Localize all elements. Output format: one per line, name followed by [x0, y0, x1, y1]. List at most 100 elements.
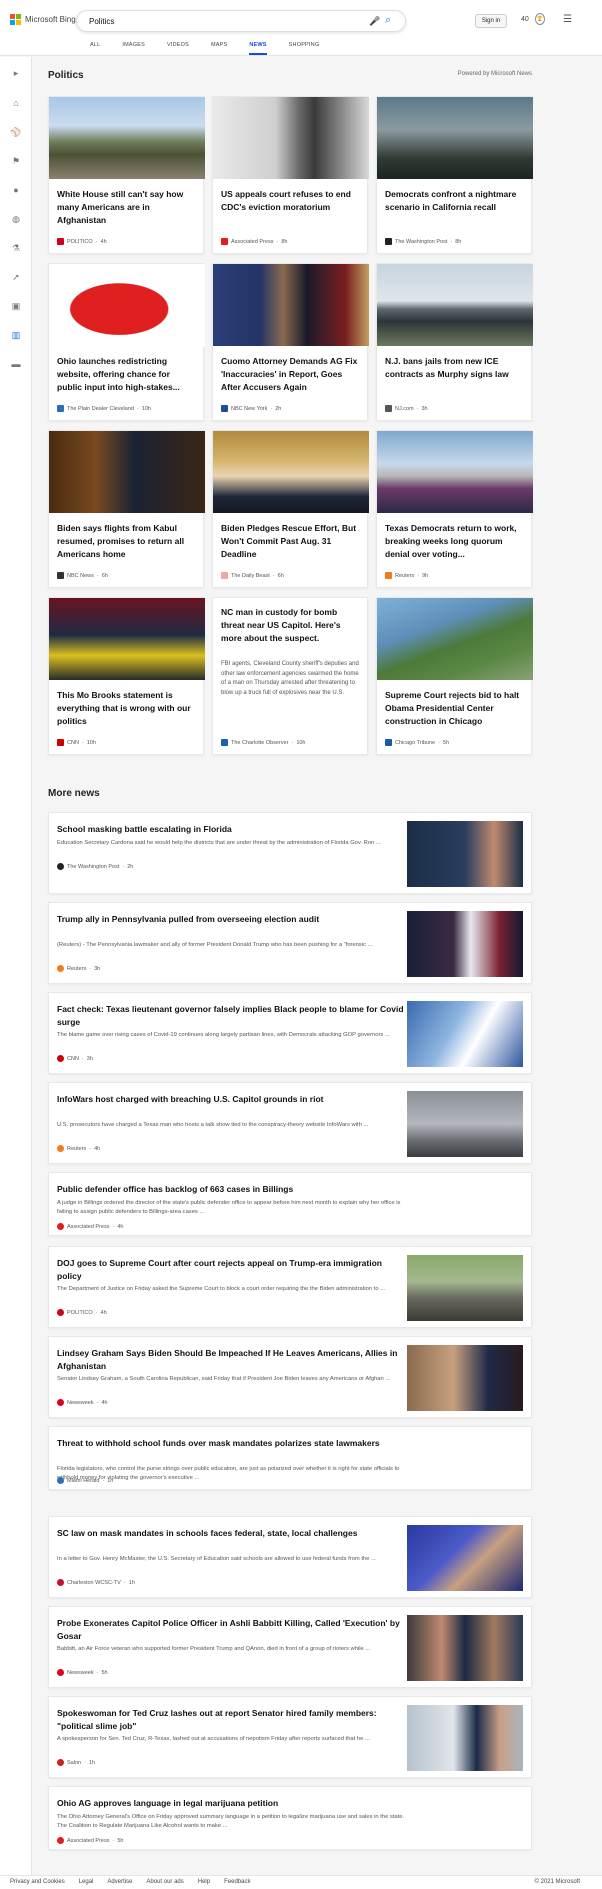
card-title[interactable]: Cuomo Attorney Demands AG Fix 'Inaccurac…: [221, 355, 361, 394]
news-card[interactable]: Supreme Court rejects bid to halt Obama …: [376, 597, 533, 755]
news-card[interactable]: Democrats confront a nightmare scenario …: [376, 96, 533, 254]
flag-icon[interactable]: ⚑: [10, 155, 22, 167]
card-title[interactable]: US appeals court refuses to end CDC's ev…: [221, 188, 361, 214]
card-image[interactable]: [377, 264, 533, 346]
news-card[interactable]: N.J. bans jails from new ICE contracts a…: [376, 263, 533, 421]
news-item[interactable]: Fact check: Texas lieutenant governor fa…: [48, 992, 532, 1074]
news-item[interactable]: InfoWars host charged with breaching U.S…: [48, 1082, 532, 1164]
tab-images[interactable]: IMAGES: [122, 42, 145, 55]
news-card[interactable]: NC man in custody for bomb threat near U…: [212, 597, 368, 755]
globe-icon[interactable]: ◍: [10, 213, 22, 225]
footer-link[interactable]: Legal: [79, 1879, 94, 1885]
item-thumbnail[interactable]: [407, 1255, 523, 1321]
footer-link[interactable]: Feedback: [224, 1879, 250, 1885]
card-image[interactable]: [49, 97, 205, 179]
card-title[interactable]: Biden Pledges Rescue Effort, But Won't C…: [221, 522, 361, 561]
news-card[interactable]: Ohio launches redistricting website, off…: [48, 263, 205, 421]
footer-link[interactable]: Advertise: [107, 1879, 132, 1885]
footer-link[interactable]: About our ads: [146, 1879, 183, 1885]
item-title[interactable]: Probe Exonerates Capitol Police Officer …: [57, 1617, 407, 1643]
bank-icon[interactable]: ▥: [10, 329, 22, 341]
search-input[interactable]: [89, 15, 339, 28]
science-icon[interactable]: ⚗: [10, 242, 22, 254]
item-title[interactable]: Trump ally in Pennsylvania pulled from o…: [57, 913, 407, 926]
card-image[interactable]: [377, 598, 533, 680]
bing-logo[interactable]: Microsoft Bing: [10, 14, 76, 25]
item-thumbnail[interactable]: [407, 1705, 523, 1771]
rewards-count[interactable]: 40: [521, 16, 529, 23]
card-image[interactable]: [377, 97, 533, 179]
news-item[interactable]: Probe Exonerates Capitol Police Officer …: [48, 1606, 532, 1688]
tab-videos[interactable]: VIDEOS: [167, 42, 189, 55]
card-image[interactable]: [213, 264, 369, 346]
item-title[interactable]: SC law on mask mandates in schools faces…: [57, 1527, 407, 1540]
tab-all[interactable]: ALL: [90, 42, 100, 55]
item-title[interactable]: Ohio AG approves language in legal marij…: [57, 1797, 407, 1810]
tab-maps[interactable]: MAPS: [211, 42, 227, 55]
microphone-icon[interactable]: 🎤: [369, 16, 380, 27]
card-image[interactable]: [213, 97, 369, 179]
item-title[interactable]: Fact check: Texas lieutenant governor fa…: [57, 1003, 407, 1029]
location-icon[interactable]: ●: [10, 184, 22, 196]
card-title[interactable]: Democrats confront a nightmare scenario …: [385, 188, 525, 214]
card-image[interactable]: [49, 264, 205, 346]
news-item[interactable]: DOJ goes to Supreme Court after court re…: [48, 1246, 532, 1328]
item-source: Newsweek · 4h: [57, 1399, 108, 1406]
card-image[interactable]: [213, 431, 369, 513]
news-item[interactable]: SC law on mask mandates in schools faces…: [48, 1516, 532, 1598]
news-card[interactable]: This Mo Brooks statement is everything t…: [48, 597, 205, 755]
news-item[interactable]: Spokeswoman for Ted Cruz lashes out at r…: [48, 1696, 532, 1778]
item-title[interactable]: School masking battle escalating in Flor…: [57, 823, 407, 836]
card-title[interactable]: This Mo Brooks statement is everything t…: [57, 689, 197, 728]
news-item[interactable]: Threat to withhold school funds over mas…: [48, 1426, 532, 1490]
news-item[interactable]: Lindsey Graham Says Biden Should Be Impe…: [48, 1336, 532, 1418]
item-thumbnail[interactable]: [407, 1001, 523, 1067]
item-title[interactable]: Lindsey Graham Says Biden Should Be Impe…: [57, 1347, 407, 1373]
card-title[interactable]: Supreme Court rejects bid to halt Obama …: [385, 689, 525, 728]
sports-icon[interactable]: ⚾: [10, 126, 22, 138]
entertainment-icon[interactable]: ▣: [10, 300, 22, 312]
news-item[interactable]: Ohio AG approves language in legal marij…: [48, 1786, 532, 1850]
news-card[interactable]: Biden Pledges Rescue Effort, But Won't C…: [212, 430, 369, 588]
card-image[interactable]: [377, 431, 533, 513]
footer-link[interactable]: Privacy and Cookies: [10, 1879, 65, 1885]
item-title[interactable]: InfoWars host charged with breaching U.S…: [57, 1093, 407, 1106]
card-title[interactable]: White House still can't say how many Ame…: [57, 188, 197, 227]
item-thumbnail[interactable]: [407, 911, 523, 977]
item-thumbnail[interactable]: [407, 1615, 523, 1681]
card-icon[interactable]: ▬: [10, 358, 22, 370]
rocket-icon[interactable]: ➚: [10, 271, 22, 283]
tab-shopping[interactable]: SHOPPING: [289, 42, 320, 55]
rewards-icon[interactable]: 🏆: [535, 13, 545, 25]
sign-in-button[interactable]: Sign in: [475, 14, 507, 28]
news-card[interactable]: Cuomo Attorney Demands AG Fix 'Inaccurac…: [212, 263, 369, 421]
item-thumbnail[interactable]: [407, 1345, 523, 1411]
item-thumbnail[interactable]: [407, 1091, 523, 1157]
card-title[interactable]: Biden says flights from Kabul resumed, p…: [57, 522, 197, 561]
search-icon[interactable]: ⌕: [385, 14, 391, 27]
chevron-right-icon[interactable]: ▸: [10, 67, 22, 79]
news-item[interactable]: School masking battle escalating in Flor…: [48, 812, 532, 894]
card-image[interactable]: [49, 431, 205, 513]
card-title[interactable]: Texas Democrats return to work, breaking…: [385, 522, 525, 561]
news-card[interactable]: Texas Democrats return to work, breaking…: [376, 430, 533, 588]
item-title[interactable]: Threat to withhold school funds over mas…: [57, 1437, 407, 1450]
card-title[interactable]: NC man in custody for bomb threat near U…: [221, 606, 361, 645]
footer-link[interactable]: Help: [198, 1879, 210, 1885]
news-item[interactable]: Trump ally in Pennsylvania pulled from o…: [48, 902, 532, 984]
item-thumbnail[interactable]: [407, 821, 523, 887]
card-image[interactable]: [49, 598, 205, 680]
home-icon[interactable]: ⌂: [10, 97, 22, 109]
news-card[interactable]: US appeals court refuses to end CDC's ev…: [212, 96, 369, 254]
news-card[interactable]: White House still can't say how many Ame…: [48, 96, 205, 254]
item-title[interactable]: Spokeswoman for Ted Cruz lashes out at r…: [57, 1707, 407, 1733]
news-card[interactable]: Biden says flights from Kabul resumed, p…: [48, 430, 205, 588]
item-thumbnail[interactable]: [407, 1525, 523, 1591]
card-title[interactable]: N.J. bans jails from new ICE contracts a…: [385, 355, 525, 381]
news-item[interactable]: Public defender office has backlog of 66…: [48, 1172, 532, 1236]
hamburger-menu-icon[interactable]: ☰: [563, 14, 572, 25]
card-title[interactable]: Ohio launches redistricting website, off…: [57, 355, 197, 394]
item-title[interactable]: Public defender office has backlog of 66…: [57, 1183, 407, 1196]
item-title[interactable]: DOJ goes to Supreme Court after court re…: [57, 1257, 407, 1283]
tab-news[interactable]: NEWS: [249, 42, 267, 55]
